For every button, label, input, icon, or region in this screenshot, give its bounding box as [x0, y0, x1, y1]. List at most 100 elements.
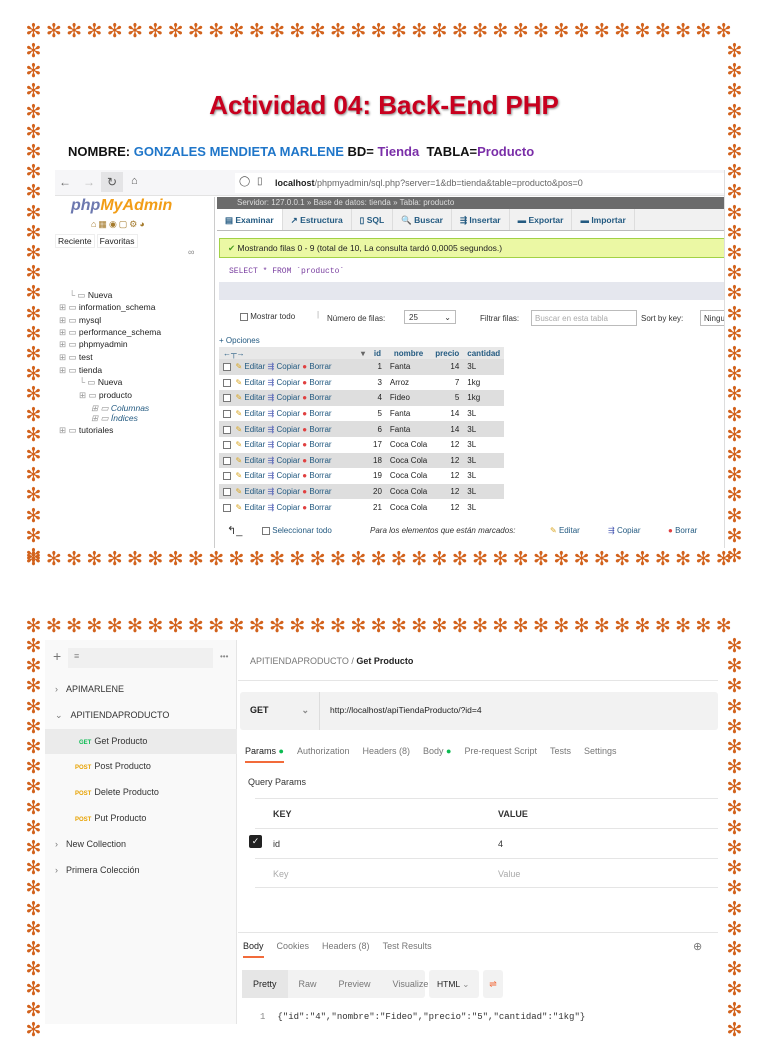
options-link[interactable]: + Opciones [219, 336, 260, 345]
tree-item[interactable]: ⊞ ▭ information_schema [59, 302, 155, 313]
value-input[interactable]: Value [498, 869, 520, 879]
edit-button[interactable]: ✎ Editar [235, 440, 265, 449]
format-select[interactable]: HTML ⌄ [429, 970, 479, 998]
tree-item[interactable]: ⊞ ▭ tienda [59, 365, 102, 376]
param-checkbox[interactable]: ✓ [249, 835, 262, 848]
request-tab[interactable]: Tests [550, 746, 571, 763]
copy-button[interactable]: ⇶ Copiar [268, 362, 301, 371]
tree-item[interactable]: ⊞ ▭ producto [79, 390, 132, 401]
bulk-copy-button[interactable]: ⇶ Copiar [608, 526, 641, 535]
globe-icon[interactable]: ⊕ [693, 940, 702, 953]
bulk-delete-button[interactable]: ● Borrar [668, 526, 697, 535]
tree-item[interactable]: ⊞ ▭ Índices [91, 413, 138, 424]
copy-button[interactable]: ⇶ Copiar [268, 409, 301, 418]
request-tab[interactable]: Body ● [423, 746, 451, 763]
filter-icon[interactable]: ≡ [68, 648, 213, 668]
row-checkbox[interactable] [223, 363, 231, 372]
forward-icon[interactable]: → [83, 175, 95, 189]
edit-button[interactable]: ✎ Editar [235, 362, 265, 371]
delete-button[interactable]: ● Borrar [302, 425, 331, 434]
request-tab[interactable]: Headers (8) [363, 746, 411, 763]
param-key[interactable]: id [273, 839, 280, 849]
select-all-checkbox[interactable]: Seleccionar todo [262, 526, 332, 535]
row-checkbox[interactable] [223, 503, 231, 512]
view-mode-preview[interactable]: Preview [328, 970, 382, 998]
edit-button[interactable]: ✎ Editar [235, 503, 265, 512]
rows-select[interactable]: 25 ⌄ [404, 310, 456, 324]
back-icon[interactable]: ← [59, 175, 71, 189]
edit-button[interactable]: ✎ Editar [235, 487, 265, 496]
tab-insertar[interactable]: ⇶ Insertar [452, 209, 510, 230]
tab-exportar[interactable]: ▬ Exportar [510, 209, 573, 230]
reload-icon[interactable]: ↻ [101, 172, 123, 192]
tab-examinar[interactable]: ▤ Examinar [217, 209, 283, 230]
edit-button[interactable]: ✎ Editar [235, 393, 265, 402]
row-checkbox[interactable] [223, 378, 231, 387]
delete-button[interactable]: ● Borrar [302, 362, 331, 371]
response-tab[interactable]: Headers (8) [322, 941, 370, 958]
row-checkbox[interactable] [223, 456, 231, 465]
request-item[interactable]: POST Delete Producto [45, 780, 237, 805]
method-select[interactable]: GET ⌄ [240, 692, 320, 730]
request-item[interactable]: POST Post Producto [45, 754, 237, 779]
request-tab[interactable]: Params ● [245, 746, 284, 763]
address-bar[interactable]: ◯ ▯ localhost/phpmyadmin/sql.php?server=… [235, 173, 724, 193]
tab-favoritas[interactable]: Favoritas [96, 234, 138, 248]
tree-item[interactable]: ⊞ ▭ tutoriales [59, 425, 113, 436]
tree-item[interactable]: ⊞ ▭ phpmyadmin [59, 339, 128, 350]
copy-button[interactable]: ⇶ Copiar [268, 487, 301, 496]
key-input[interactable]: Key [273, 869, 289, 879]
more-icon[interactable]: ••• [220, 652, 228, 661]
pma-logo[interactable]: phpMyAdmin [71, 197, 172, 215]
delete-button[interactable]: ● Borrar [302, 393, 331, 402]
add-icon[interactable]: + [53, 648, 61, 664]
delete-button[interactable]: ● Borrar [302, 487, 331, 496]
tree-item[interactable]: ⊞ ▭ performance_schema [59, 327, 161, 338]
wrap-icon[interactable]: ⇌ [483, 970, 503, 998]
copy-button[interactable]: ⇶ Copiar [268, 440, 301, 449]
delete-button[interactable]: ● Borrar [302, 440, 331, 449]
copy-button[interactable]: ⇶ Copiar [268, 425, 301, 434]
edit-button[interactable]: ✎ Editar [235, 425, 265, 434]
sort-select[interactable]: Ninguna [700, 310, 724, 326]
edit-button[interactable]: ✎ Editar [235, 378, 265, 387]
tab-estructura[interactable]: ↗ Estructura [283, 209, 352, 230]
row-checkbox[interactable] [223, 441, 231, 450]
row-checkbox[interactable] [223, 425, 231, 434]
response-tab[interactable]: Cookies [277, 941, 310, 958]
response-tab[interactable]: Body [243, 941, 264, 958]
row-checkbox[interactable] [223, 409, 231, 418]
edit-button[interactable]: ✎ Editar [235, 456, 265, 465]
tab-buscar[interactable]: 🔍 Buscar [393, 209, 452, 230]
param-value[interactable]: 4 [498, 839, 503, 849]
delete-button[interactable]: ● Borrar [302, 456, 331, 465]
delete-button[interactable]: ● Borrar [302, 378, 331, 387]
collection-item[interactable]: › APIMARLENE [45, 677, 237, 702]
url-input[interactable]: http://localhost/apiTiendaProducto/?id=4 [330, 705, 482, 715]
request-item[interactable]: POST Put Producto [45, 806, 237, 831]
filter-input[interactable]: Buscar en esta tabla [531, 310, 637, 326]
request-tab[interactable]: Authorization [297, 746, 350, 763]
pma-quick-icons[interactable]: ⌂▦◉▢⚙◕ [91, 219, 147, 230]
collection-item[interactable]: › Primera Colección [45, 858, 237, 883]
response-tab[interactable]: Test Results [383, 941, 432, 958]
collection-item[interactable]: ⌄ APITIENDAPRODUCTO [45, 703, 237, 728]
request-item[interactable]: GET Get Producto [45, 728, 237, 754]
row-checkbox[interactable] [223, 487, 231, 496]
edit-button[interactable]: ✎ Editar [235, 471, 265, 480]
view-mode-pretty[interactable]: Pretty [242, 970, 288, 998]
collection-item[interactable]: › New Collection [45, 832, 237, 857]
bulk-edit-button[interactable]: ✎ Editar [550, 526, 580, 535]
tree-item[interactable]: ⊞ ▭ test [59, 352, 93, 363]
tree-item[interactable]: └ ▭ Nueva [79, 377, 122, 388]
copy-button[interactable]: ⇶ Copiar [268, 471, 301, 480]
tab-importar[interactable]: ▬ Importar [572, 209, 635, 230]
delete-button[interactable]: ● Borrar [302, 409, 331, 418]
tree-item[interactable]: └ ▭ Nueva [69, 290, 112, 301]
delete-button[interactable]: ● Borrar [302, 471, 331, 480]
delete-button[interactable]: ● Borrar [302, 503, 331, 512]
row-checkbox[interactable] [223, 394, 231, 403]
edit-button[interactable]: ✎ Editar [235, 409, 265, 418]
tab-reciente[interactable]: Reciente [55, 234, 95, 248]
copy-button[interactable]: ⇶ Copiar [268, 456, 301, 465]
